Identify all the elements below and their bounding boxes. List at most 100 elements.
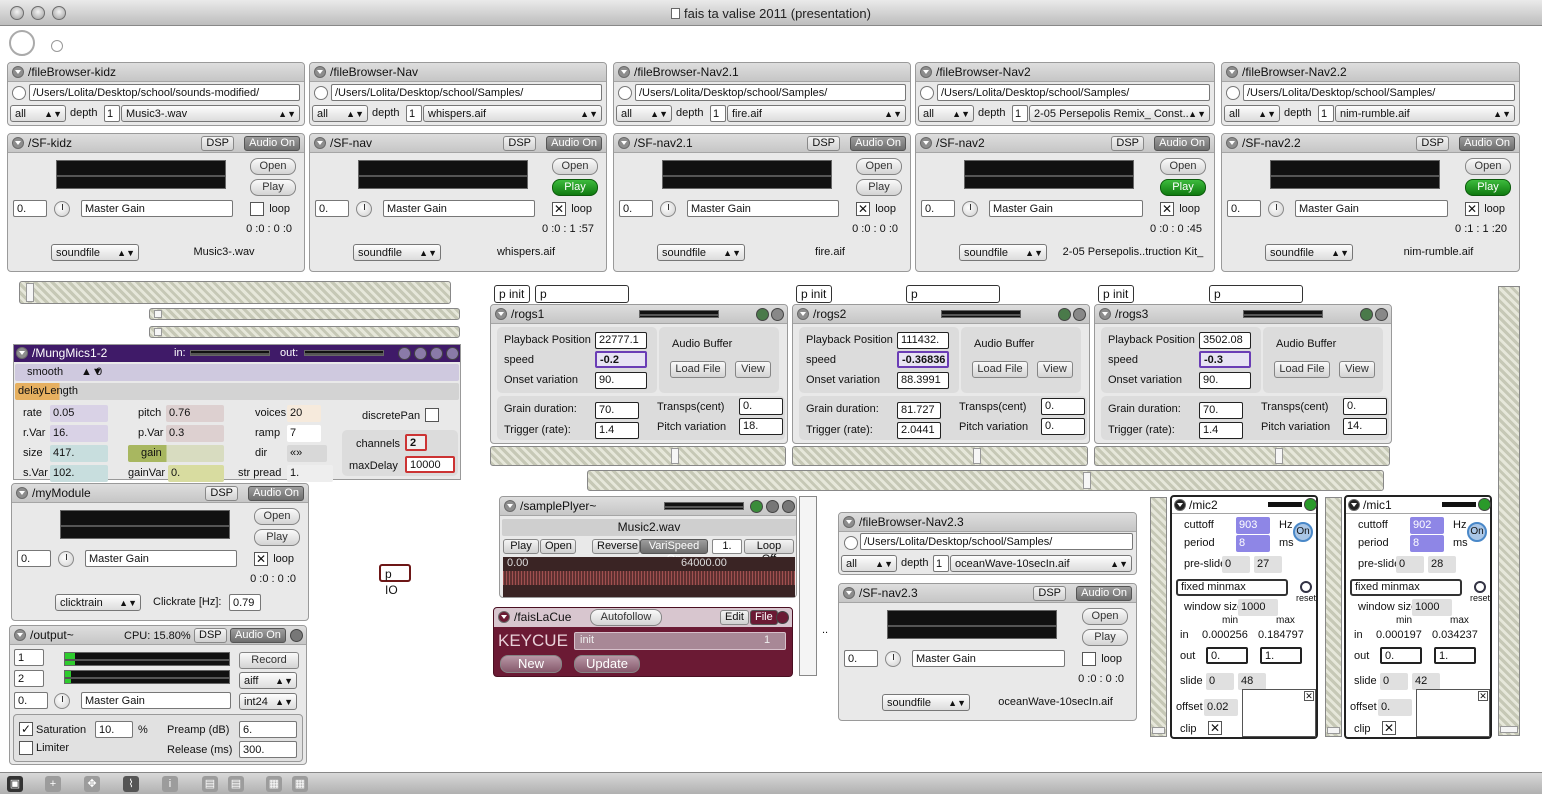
- slider-thumb[interactable]: [1152, 727, 1165, 734]
- load-file-button[interactable]: Load File: [972, 361, 1028, 378]
- update-cue-button[interactable]: Update: [574, 655, 640, 673]
- file-browser-collapse-icon[interactable]: [618, 66, 630, 78]
- trigger-rate-number[interactable]: 1.4: [595, 422, 639, 439]
- sf-player-collapse-icon[interactable]: [314, 137, 326, 149]
- dsp-button[interactable]: DSP: [1111, 136, 1144, 151]
- gain-number[interactable]: 0.: [17, 550, 51, 567]
- audio-on-button[interactable]: Audio On: [244, 136, 300, 151]
- pvar-number[interactable]: 0.3: [166, 425, 224, 442]
- master-gain-slider[interactable]: Master Gain: [85, 550, 237, 567]
- release-number[interactable]: 300.: [239, 741, 297, 758]
- autofollow-button[interactable]: Autofollow: [590, 609, 662, 626]
- window-icon[interactable]: ▤: [202, 776, 218, 792]
- gain-slider[interactable]: gain: [128, 445, 224, 462]
- load-file-button[interactable]: Load File: [1274, 361, 1330, 378]
- master-gain-slider[interactable]: Master Gain: [81, 200, 233, 217]
- channels-number[interactable]: 2: [405, 434, 427, 451]
- depth-field[interactable]: 1: [933, 555, 949, 572]
- dsp-button[interactable]: DSP: [1033, 586, 1066, 601]
- view-button[interactable]: View: [735, 361, 771, 378]
- pre-slide-max[interactable]: 28: [1428, 556, 1456, 573]
- new-cue-button[interactable]: New: [500, 655, 562, 673]
- slider-thumb[interactable]: [973, 448, 981, 464]
- refresh-radio[interactable]: [314, 86, 328, 100]
- mute-icon[interactable]: [766, 500, 779, 513]
- filter-menu[interactable]: all ▲▼: [841, 555, 897, 572]
- refresh-radio[interactable]: [1226, 86, 1240, 100]
- gain-knob[interactable]: [1268, 201, 1284, 217]
- dsp-button[interactable]: DSP: [503, 136, 536, 151]
- path-field[interactable]: /Users/Lolita/Desktop/school/sounds-modi…: [29, 84, 300, 101]
- master-gain-slider[interactable]: Master Gain: [1295, 200, 1448, 217]
- size-number[interactable]: 417.: [50, 445, 108, 462]
- filter-menu[interactable]: all ▲▼: [918, 105, 974, 122]
- speed-number[interactable]: -0.2: [595, 351, 647, 368]
- audio-on-button[interactable]: Audio On: [1076, 586, 1132, 601]
- cutoff-number[interactable]: 903: [1236, 517, 1270, 534]
- menu-icon[interactable]: [1073, 308, 1086, 321]
- saturation-checkbox[interactable]: ✓: [19, 722, 33, 736]
- reset-radio[interactable]: [1474, 581, 1486, 593]
- loop-checkbox[interactable]: ✕: [254, 552, 268, 566]
- sf-player-collapse-icon[interactable]: [843, 587, 855, 599]
- dsp-button[interactable]: DSP: [807, 136, 840, 151]
- channel-2-number[interactable]: 2: [14, 670, 44, 687]
- add-icon[interactable]: [290, 629, 303, 642]
- mode-menu[interactable]: clicktrain ▲▼: [55, 594, 141, 611]
- menu-icon[interactable]: [1375, 308, 1388, 321]
- period-number[interactable]: 8: [1236, 535, 1270, 552]
- loop-checkbox[interactable]: [1082, 652, 1096, 666]
- onset-variation-number[interactable]: 88.3991: [897, 372, 949, 389]
- path-field[interactable]: /Users/Lolita/Desktop/school/Samples/: [1243, 84, 1515, 101]
- slide-min[interactable]: 0: [1380, 673, 1408, 690]
- playback-position-number[interactable]: 3502.08: [1199, 332, 1251, 349]
- audio-on-button[interactable]: Audio On: [1154, 136, 1210, 151]
- file-menu[interactable]: 2-05 Persepolis Remix_ Const.. ▲▼: [1029, 105, 1210, 122]
- window-icon[interactable]: ▤: [228, 776, 244, 792]
- slider-thumb[interactable]: [1275, 448, 1283, 464]
- path-field[interactable]: /Users/Lolita/Desktop/school/Samples/: [937, 84, 1210, 101]
- playback-position-number[interactable]: 111432.: [897, 332, 949, 349]
- master-gain-slider[interactable]: Master Gain: [383, 200, 535, 217]
- playback-position-number[interactable]: 22777.1: [595, 332, 647, 349]
- move-icon[interactable]: ✥: [84, 776, 100, 792]
- info-icon[interactable]: i: [162, 776, 178, 792]
- gain-knob[interactable]: [962, 201, 978, 217]
- gain-number[interactable]: 0.: [844, 650, 878, 667]
- add-icon[interactable]: [776, 611, 789, 624]
- dsp-button[interactable]: DSP: [205, 486, 238, 501]
- gain-number[interactable]: 0.: [921, 200, 955, 217]
- loop-checkbox[interactable]: ✕: [1465, 202, 1479, 216]
- p-init-object[interactable]: p init: [796, 285, 832, 303]
- filter-menu[interactable]: all ▲▼: [312, 105, 368, 122]
- sf-player-collapse-icon[interactable]: [1226, 137, 1238, 149]
- svar-number[interactable]: 102.: [50, 465, 108, 482]
- saturation-number[interactable]: 10.: [95, 721, 133, 738]
- file-browser-collapse-icon[interactable]: [1226, 66, 1238, 78]
- audio-on-button[interactable]: Audio On: [850, 136, 906, 151]
- vertical-slider[interactable]: [1150, 497, 1167, 737]
- vertical-slider[interactable]: [1498, 286, 1520, 736]
- p-init-object[interactable]: p init: [494, 285, 530, 303]
- offset-number[interactable]: 0.: [1378, 699, 1412, 716]
- sampler-scroll[interactable]: [799, 496, 817, 676]
- rate-number[interactable]: 0.05: [50, 405, 108, 422]
- reset-radio[interactable]: [1300, 581, 1312, 593]
- add-icon[interactable]: +: [45, 776, 61, 792]
- gain-knob[interactable]: [58, 551, 74, 567]
- on-toggle[interactable]: On: [1467, 522, 1487, 542]
- clip-checkbox[interactable]: ✕: [1208, 721, 1222, 735]
- play-button[interactable]: Play: [552, 179, 598, 196]
- sampler-open-button[interactable]: Open: [540, 539, 576, 554]
- gainvar-number[interactable]: 0.: [168, 465, 224, 482]
- pitch-variation-number[interactable]: 18.: [739, 418, 783, 435]
- refresh-radio[interactable]: [12, 86, 26, 100]
- speed-number[interactable]: -0.3: [1199, 351, 1251, 368]
- slider-thumb[interactable]: [1500, 726, 1518, 733]
- close-icon[interactable]: ✕: [1304, 691, 1314, 701]
- rogs-collapse-icon[interactable]: [1099, 308, 1111, 320]
- output-collapse-icon[interactable]: [14, 629, 26, 641]
- clickrate-number[interactable]: 0.79: [229, 594, 261, 611]
- slider-thumb[interactable]: [671, 448, 679, 464]
- horizontal-slider[interactable]: [149, 308, 460, 320]
